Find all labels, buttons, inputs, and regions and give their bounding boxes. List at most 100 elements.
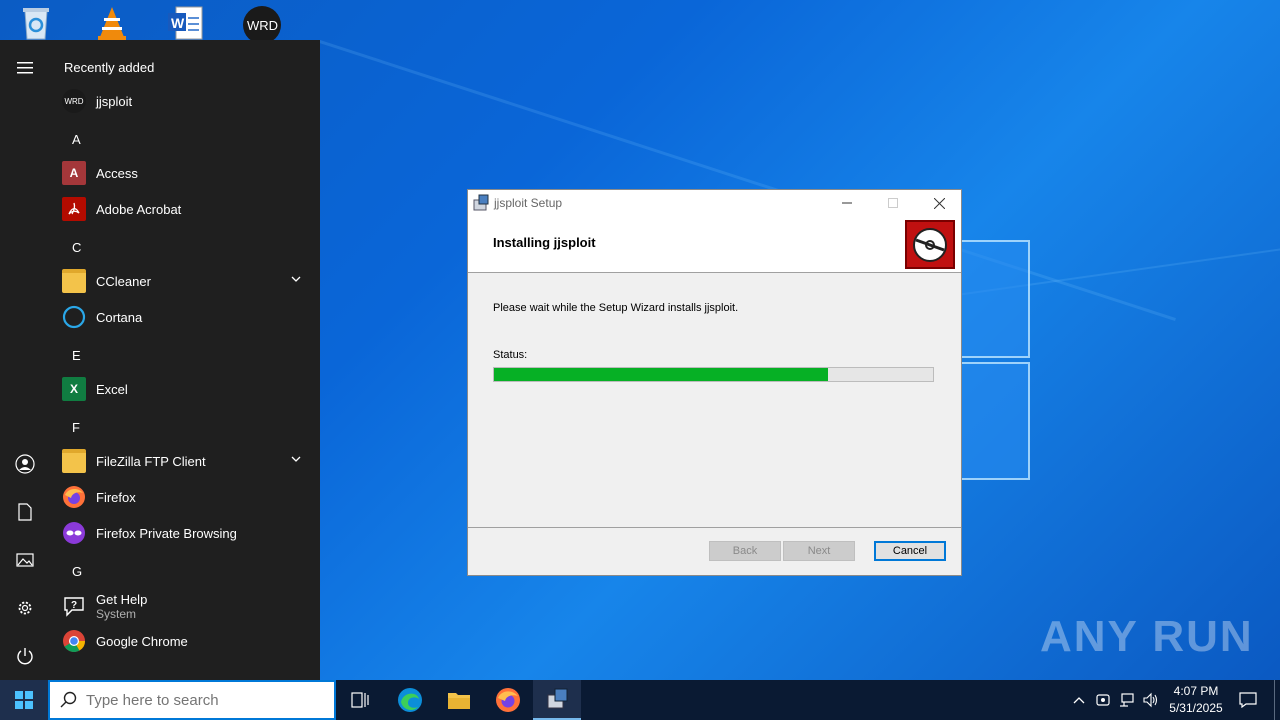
access-icon: A — [62, 161, 86, 185]
word-document-icon[interactable]: W — [160, 4, 208, 42]
taskbar-jjsploit-setup[interactable] — [533, 680, 581, 720]
app-label: Get Help — [96, 591, 148, 607]
jjsploit-icon: WRD — [62, 89, 86, 113]
app-label: Adobe Acrobat — [96, 201, 182, 217]
setup-logo — [905, 220, 955, 269]
pictures-button[interactable] — [0, 540, 50, 580]
app-item-jjsploit[interactable]: WRD jjsploit — [62, 83, 312, 119]
task-view-button[interactable] — [336, 680, 384, 720]
meet-now-icon — [1096, 694, 1110, 706]
app-label: Excel — [96, 381, 128, 397]
recently-added-heading: Recently added — [64, 60, 155, 75]
jjsploit-desktop-icon[interactable]: WRD — [238, 4, 286, 43]
close-button[interactable] — [916, 190, 962, 216]
app-label: CCleaner — [96, 273, 151, 289]
firefox-icon — [62, 485, 86, 509]
taskbar-firefox[interactable] — [484, 680, 532, 720]
picture-icon — [16, 553, 34, 567]
settings-button[interactable] — [0, 588, 50, 628]
app-item-get-help[interactable]: ? Get Help System — [62, 587, 312, 625]
app-list: Recently added WRD jjsploit A A Access A… — [50, 40, 320, 680]
app-item-cortana[interactable]: Cortana — [62, 299, 312, 335]
power-icon — [17, 648, 33, 665]
app-item-firefox-private[interactable]: Firefox Private Browsing — [62, 515, 312, 551]
progress-fill — [494, 368, 828, 381]
network-icon — [1120, 693, 1134, 707]
minimize-icon — [842, 202, 852, 204]
tray-overflow-button[interactable] — [1068, 680, 1090, 720]
anyrun-watermark: ANY RUN — [1040, 612, 1254, 661]
letter-header-a[interactable]: A — [72, 132, 81, 147]
svg-text:?: ? — [71, 600, 77, 611]
status-label: Status: — [493, 349, 528, 361]
taskbar-file-explorer[interactable] — [435, 680, 483, 720]
windows-start-icon — [15, 691, 33, 709]
install-progress-bar — [493, 367, 934, 382]
firefox-icon — [496, 688, 520, 712]
taskbar-clock[interactable]: 4:07 PM 5/31/2025 — [1158, 683, 1234, 717]
document-icon — [18, 503, 32, 521]
close-icon — [933, 197, 945, 209]
chevron-down-icon[interactable] — [290, 453, 302, 465]
app-item-google-chrome[interactable]: Google Chrome — [62, 623, 312, 659]
clock-date: 5/31/2025 — [1169, 701, 1223, 715]
dialog-titlebar[interactable]: jjsploit Setup — [468, 190, 961, 216]
action-center-button[interactable] — [1234, 680, 1262, 720]
user-account-button[interactable] — [0, 444, 50, 484]
letter-header-c[interactable]: C — [72, 240, 81, 255]
edge-icon — [398, 688, 422, 712]
app-item-ccleaner[interactable]: CCleaner — [62, 263, 312, 299]
app-label: Firefox — [96, 489, 136, 505]
cancel-button[interactable]: Cancel — [874, 541, 946, 561]
excel-icon: X — [62, 377, 86, 401]
dialog-title: jjsploit Setup — [494, 196, 563, 210]
back-button[interactable]: Back — [709, 541, 781, 561]
dialog-heading: Installing jjsploit — [493, 235, 596, 250]
app-item-filezilla[interactable]: FileZilla FTP Client — [62, 443, 312, 479]
get-help-icon: ? — [62, 594, 86, 618]
gear-icon — [18, 601, 32, 615]
maximize-button — [870, 190, 916, 216]
letter-header-e[interactable]: E — [72, 348, 81, 363]
taskbar: 4:07 PM 5/31/2025 — [0, 680, 1280, 720]
app-label: FileZilla FTP Client — [96, 453, 206, 469]
installer-icon — [473, 194, 489, 211]
chrome-icon — [62, 629, 86, 653]
power-button[interactable] — [0, 636, 50, 676]
next-button[interactable]: Next — [783, 541, 855, 561]
tray-meet-now[interactable] — [1092, 680, 1114, 720]
app-sublabel: System — [96, 606, 137, 621]
install-message: Please wait while the Setup Wizard insta… — [493, 302, 739, 314]
app-item-access[interactable]: A Access — [62, 155, 312, 191]
app-item-excel[interactable]: X Excel — [62, 371, 312, 407]
app-item-firefox[interactable]: Firefox — [62, 479, 312, 515]
documents-button[interactable] — [0, 492, 50, 532]
taskbar-edge[interactable] — [386, 680, 434, 720]
tray-network[interactable] — [1116, 680, 1138, 720]
taskbar-search-box[interactable] — [48, 680, 336, 720]
notification-icon — [1239, 692, 1257, 708]
folder-icon — [448, 693, 470, 709]
dialog-separator — [468, 527, 961, 528]
letter-header-f[interactable]: F — [72, 420, 80, 435]
acrobat-icon — [62, 197, 86, 221]
minimize-button[interactable] — [824, 190, 870, 216]
hamburger-menu-button[interactable] — [0, 48, 50, 88]
show-desktop-button[interactable] — [1274, 680, 1280, 720]
chevron-up-icon — [1073, 697, 1085, 704]
search-icon — [60, 691, 77, 708]
letter-header-g[interactable]: G — [72, 564, 82, 579]
folder-icon — [62, 449, 86, 473]
app-label: Firefox Private Browsing — [96, 525, 237, 541]
search-input[interactable] — [86, 691, 316, 709]
folder-icon — [62, 269, 86, 293]
disc-logo-icon — [913, 227, 947, 262]
chevron-down-icon[interactable] — [290, 273, 302, 285]
start-menu-rail — [0, 40, 50, 680]
vlc-icon[interactable] — [88, 4, 136, 42]
recycle-bin-icon[interactable] — [12, 4, 60, 42]
windows-logo-wallpaper — [960, 240, 1030, 480]
start-button[interactable] — [0, 680, 48, 720]
app-item-adobe-acrobat[interactable]: Adobe Acrobat — [62, 191, 312, 227]
clock-time: 4:07 PM — [1173, 684, 1219, 698]
